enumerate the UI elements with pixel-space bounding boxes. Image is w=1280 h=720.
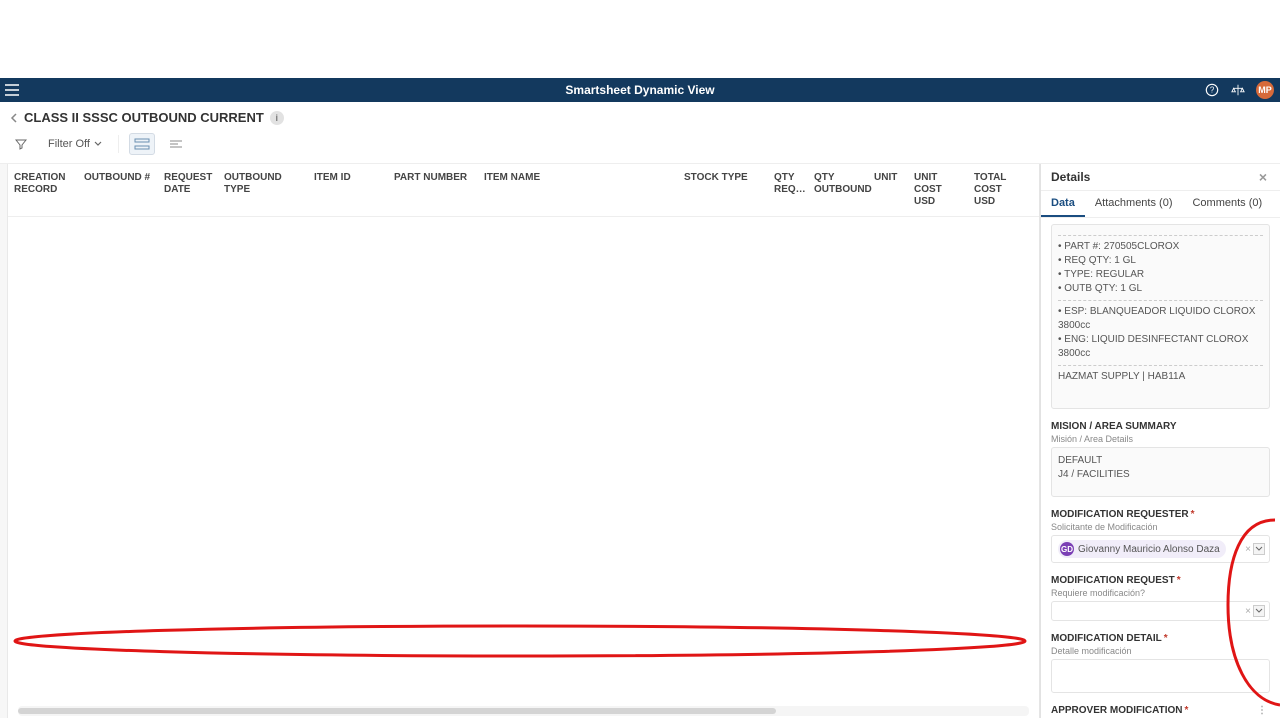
mod-request-field[interactable]: × — [1051, 601, 1270, 621]
tab-attachments[interactable]: Attachments (0) — [1085, 191, 1183, 217]
col-qty-outbound[interactable]: QTY OUTBOUND — [808, 170, 868, 198]
top-spacer — [0, 0, 1280, 78]
col-unit-cost[interactable]: UNIT COST USD — [908, 170, 968, 210]
view-title-row: CLASS II SSSC OUTBOUND CURRENT i — [0, 102, 1280, 129]
mod-requester-label: MODIFICATION REQUESTER* — [1051, 509, 1270, 520]
toolbar: Filter Off — [0, 129, 1280, 164]
left-rail — [0, 164, 8, 718]
svg-text:?: ? — [1210, 86, 1215, 95]
app-title: Smartsheet Dynamic View — [565, 83, 714, 97]
close-icon[interactable]: × — [1256, 170, 1270, 184]
summary-line: • REQ QTY: 1 GL — [1058, 254, 1263, 268]
mision-line1: DEFAULT — [1058, 454, 1263, 468]
summary-line: • TYPE: REGULAR — [1058, 268, 1263, 282]
toolbar-divider — [118, 135, 119, 153]
grid-area: CREATION RECORD OUTBOUND # REQUEST DATE … — [8, 164, 1040, 718]
mision-sublabel: Misión / Area Details — [1051, 434, 1270, 444]
mod-request-label: MODIFICATION REQUEST* — [1051, 575, 1270, 586]
mod-requester-field[interactable]: GD Giovanny Mauricio Alonso Daza × — [1051, 535, 1270, 563]
grid-header-row: CREATION RECORD OUTBOUND # REQUEST DATE … — [8, 164, 1039, 217]
clear-icon[interactable]: × — [1245, 544, 1251, 555]
clear-icon[interactable]: × — [1245, 606, 1251, 617]
chip-name: Giovanny Mauricio Alonso Daza — [1078, 544, 1220, 555]
dropdown-toggle[interactable] — [1253, 605, 1265, 617]
col-outbound-number[interactable]: OUTBOUND # — [78, 170, 158, 186]
horizontal-scrollbar[interactable] — [18, 706, 1029, 716]
details-body[interactable]: • PART #: 270505CLOROX • REQ QTY: 1 GL •… — [1041, 218, 1280, 718]
scale-icon[interactable] — [1230, 82, 1246, 98]
contact-chip[interactable]: GD Giovanny Mauricio Alonso Daza — [1058, 540, 1226, 558]
mod-detail-label: MODIFICATION DETAIL* — [1051, 633, 1270, 644]
wrap-text-button[interactable] — [165, 133, 187, 155]
summary-desc-es: • ESP: BLANQUEADOR LIQUIDO CLOROX 3800cc — [1058, 305, 1263, 333]
summary-line: • PART #: 270505CLOROX — [1058, 240, 1263, 254]
tab-comments[interactable]: Comments (0) — [1182, 191, 1272, 217]
mision-box: DEFAULT J4 / FACILITIES — [1051, 447, 1270, 497]
col-stock-type[interactable]: STOCK TYPE — [678, 170, 768, 186]
col-item-id[interactable]: ITEM ID — [308, 170, 388, 186]
col-unit[interactable]: UNIT — [868, 170, 908, 186]
tab-data[interactable]: Data — [1041, 191, 1085, 217]
hamburger-menu-icon[interactable] — [0, 78, 24, 102]
info-icon[interactable]: i — [270, 111, 284, 125]
summary-hazmat: HAZMAT SUPPLY | HAB11A — [1058, 370, 1263, 384]
main: CREATION RECORD OUTBOUND # REQUEST DATE … — [0, 164, 1280, 718]
chip-avatar: GD — [1060, 542, 1074, 556]
col-request-date[interactable]: REQUEST DATE — [158, 170, 218, 198]
mision-label: MISION / AREA SUMMARY — [1051, 421, 1270, 432]
scrollbar-thumb[interactable] — [18, 708, 776, 714]
mod-requester-sublabel: Solicitante de Modificación — [1051, 522, 1270, 532]
mod-detail-sublabel: Detalle modificación — [1051, 646, 1270, 656]
summary-desc-en: • ENG: LIQUID DESINFECTANT CLOROX 3800cc — [1058, 333, 1263, 361]
mod-detail-field[interactable] — [1051, 659, 1270, 693]
details-title: Details — [1051, 170, 1090, 184]
filter-icon[interactable] — [10, 133, 32, 155]
view-title: CLASS II SSSC OUTBOUND CURRENT — [24, 110, 264, 125]
summary-box: • PART #: 270505CLOROX • REQ QTY: 1 GL •… — [1051, 224, 1270, 409]
col-item-name[interactable]: ITEM NAME — [478, 170, 678, 186]
help-icon[interactable]: ? — [1204, 82, 1220, 98]
details-header: Details × — [1041, 164, 1280, 191]
details-panel: Details × Data Attachments (0) Comments … — [1040, 164, 1280, 718]
chevron-left-icon[interactable] — [10, 113, 20, 123]
mision-line2: J4 / FACILITIES — [1058, 468, 1263, 482]
col-qty-req[interactable]: QTY REQ… — [768, 170, 808, 198]
row-height-button[interactable] — [129, 133, 155, 155]
col-outbound-type[interactable]: OUTBOUND TYPE — [218, 170, 308, 198]
col-part-number[interactable]: PART NUMBER — [388, 170, 478, 186]
filter-toggle[interactable]: Filter Off — [42, 136, 108, 152]
details-tabs: Data Attachments (0) Comments (0) — [1041, 191, 1280, 218]
mod-request-sublabel: Requiere modificación? — [1051, 588, 1270, 598]
kebab-icon[interactable]: ⋮ — [1257, 705, 1268, 716]
grid-body[interactable] — [8, 217, 1039, 718]
col-creation-record[interactable]: CREATION RECORD — [8, 170, 78, 198]
summary-line: • OUTB QTY: 1 GL — [1058, 282, 1263, 296]
filter-label: Filter Off — [48, 138, 90, 150]
col-total-cost[interactable]: TOTAL COST USD — [968, 170, 1018, 210]
avatar[interactable]: MP — [1256, 81, 1274, 99]
approver-label: APPROVER MODIFICATION* ⋮ — [1051, 705, 1270, 716]
app-header: Smartsheet Dynamic View ? MP — [0, 78, 1280, 102]
dropdown-toggle[interactable] — [1253, 543, 1265, 555]
